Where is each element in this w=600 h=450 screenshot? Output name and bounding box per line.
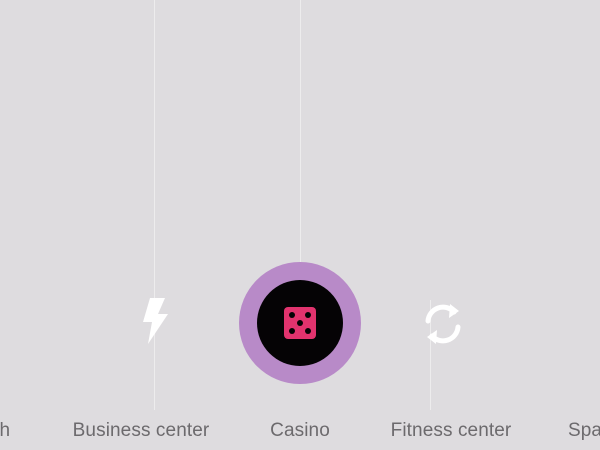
flash-icon — [140, 298, 170, 346]
selected-item-core — [257, 280, 343, 366]
carousel-item-label-ch: ch — [0, 420, 11, 441]
selected-item-ring[interactable] — [239, 262, 361, 384]
vertical-guide — [300, 0, 301, 262]
dice-icon — [284, 307, 316, 339]
carousel-item-label-spa: Spa — [567, 420, 600, 441]
vertical-guide — [154, 0, 155, 410]
amenities-carousel[interactable]: ch Business center — [0, 0, 600, 450]
amenities-carousel-screen: ch Business center — [0, 0, 600, 450]
carousel-item-label-casino: Casino — [270, 420, 330, 441]
carousel-item-label-business-center: Business center — [72, 420, 210, 441]
refresh-icon — [420, 301, 466, 347]
carousel-item-label-fitness-center: Fitness center — [390, 420, 512, 441]
